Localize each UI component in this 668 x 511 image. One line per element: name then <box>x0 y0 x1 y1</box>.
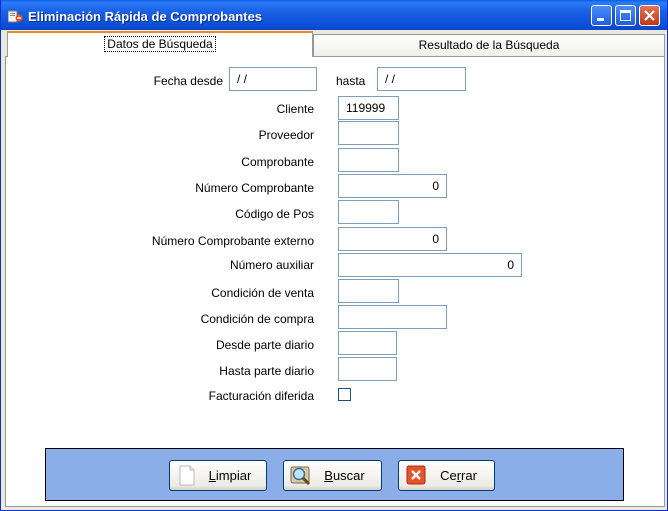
maximize-icon <box>620 10 631 21</box>
action-bar: Limpiar Buscar Cerrar <box>45 448 624 501</box>
buscar-button[interactable]: Buscar <box>283 460 382 491</box>
label-proveedor: Proveedor <box>258 128 314 142</box>
condicion-compra-input[interactable] <box>338 305 447 329</box>
minimize-button[interactable] <box>591 5 612 26</box>
cliente-input[interactable]: 119999 <box>338 96 399 120</box>
search-panel <box>5 56 665 507</box>
label-desde-parte-diario: Desde parte diario <box>215 338 314 352</box>
proveedor-input[interactable] <box>338 121 399 145</box>
limpiar-label: impiar <box>215 468 252 483</box>
tab-label: Datos de Búsqueda <box>104 36 216 52</box>
minimize-icon <box>597 18 604 21</box>
numero-comprobante-input[interactable]: 0 <box>338 174 447 198</box>
tab-resultado-busqueda[interactable]: Resultado de la Búsqueda <box>313 34 665 56</box>
label-hasta-parte-diario: Hasta parte diario <box>219 364 314 378</box>
hasta-parte-diario-input[interactable] <box>338 357 397 381</box>
label-cliente: Cliente <box>276 102 314 116</box>
codigo-pos-input[interactable] <box>338 200 399 224</box>
label-numero-comprobante-externo: Número Comprobante externo <box>151 234 314 248</box>
label-codigo-pos: Código de Pos <box>235 207 314 221</box>
fecha-desde-input[interactable]: / / <box>229 67 317 91</box>
condicion-venta-input[interactable] <box>338 279 399 303</box>
comprobante-input[interactable] <box>338 148 399 172</box>
cerrar-label-end: rar <box>461 468 477 483</box>
cerrar-label-start: Ce <box>440 468 457 483</box>
tab-label: Resultado de la Búsqueda <box>418 38 560 52</box>
hasta-input[interactable]: / / <box>377 67 466 91</box>
app-icon <box>8 10 23 23</box>
close-window-button[interactable] <box>639 5 660 26</box>
buscar-mnemonic: B <box>324 468 333 483</box>
facturacion-diferida-checkbox[interactable] <box>338 388 351 401</box>
label-fecha-desde: Fecha desde <box>153 74 223 88</box>
numero-comprobante-externo-input[interactable]: 0 <box>338 227 447 251</box>
tab-strip: Datos de Búsqueda Resultado de la Búsque… <box>5 31 665 57</box>
limpiar-mnemonic: L <box>208 468 216 483</box>
main-window: Eliminación Rápida de Comprobantes Datos… <box>0 0 668 511</box>
label-numero-comprobante: Número Comprobante <box>195 181 314 195</box>
numero-auxiliar-input[interactable]: 0 <box>338 253 522 277</box>
desde-parte-diario-input[interactable] <box>338 331 397 355</box>
title-bar[interactable]: Eliminación Rápida de Comprobantes <box>1 0 667 30</box>
label-facturacion-diferida: Facturación diferida <box>208 389 314 403</box>
label-hasta: hasta <box>336 74 366 88</box>
maximize-button[interactable] <box>615 5 636 26</box>
cerrar-button[interactable]: Cerrar <box>398 460 495 491</box>
label-condicion-compra: Condición de compra <box>200 312 314 326</box>
limpiar-button[interactable]: Limpiar <box>169 460 267 491</box>
window-title: Eliminación Rápida de Comprobantes <box>28 9 263 24</box>
buscar-label: uscar <box>332 468 365 483</box>
close-icon <box>644 10 655 21</box>
label-comprobante: Comprobante <box>241 155 314 169</box>
tab-datos-busqueda[interactable]: Datos de Búsqueda <box>7 31 313 57</box>
label-numero-auxiliar: Número auxiliar <box>229 258 314 272</box>
label-condicion-venta: Condición de venta <box>211 286 314 300</box>
